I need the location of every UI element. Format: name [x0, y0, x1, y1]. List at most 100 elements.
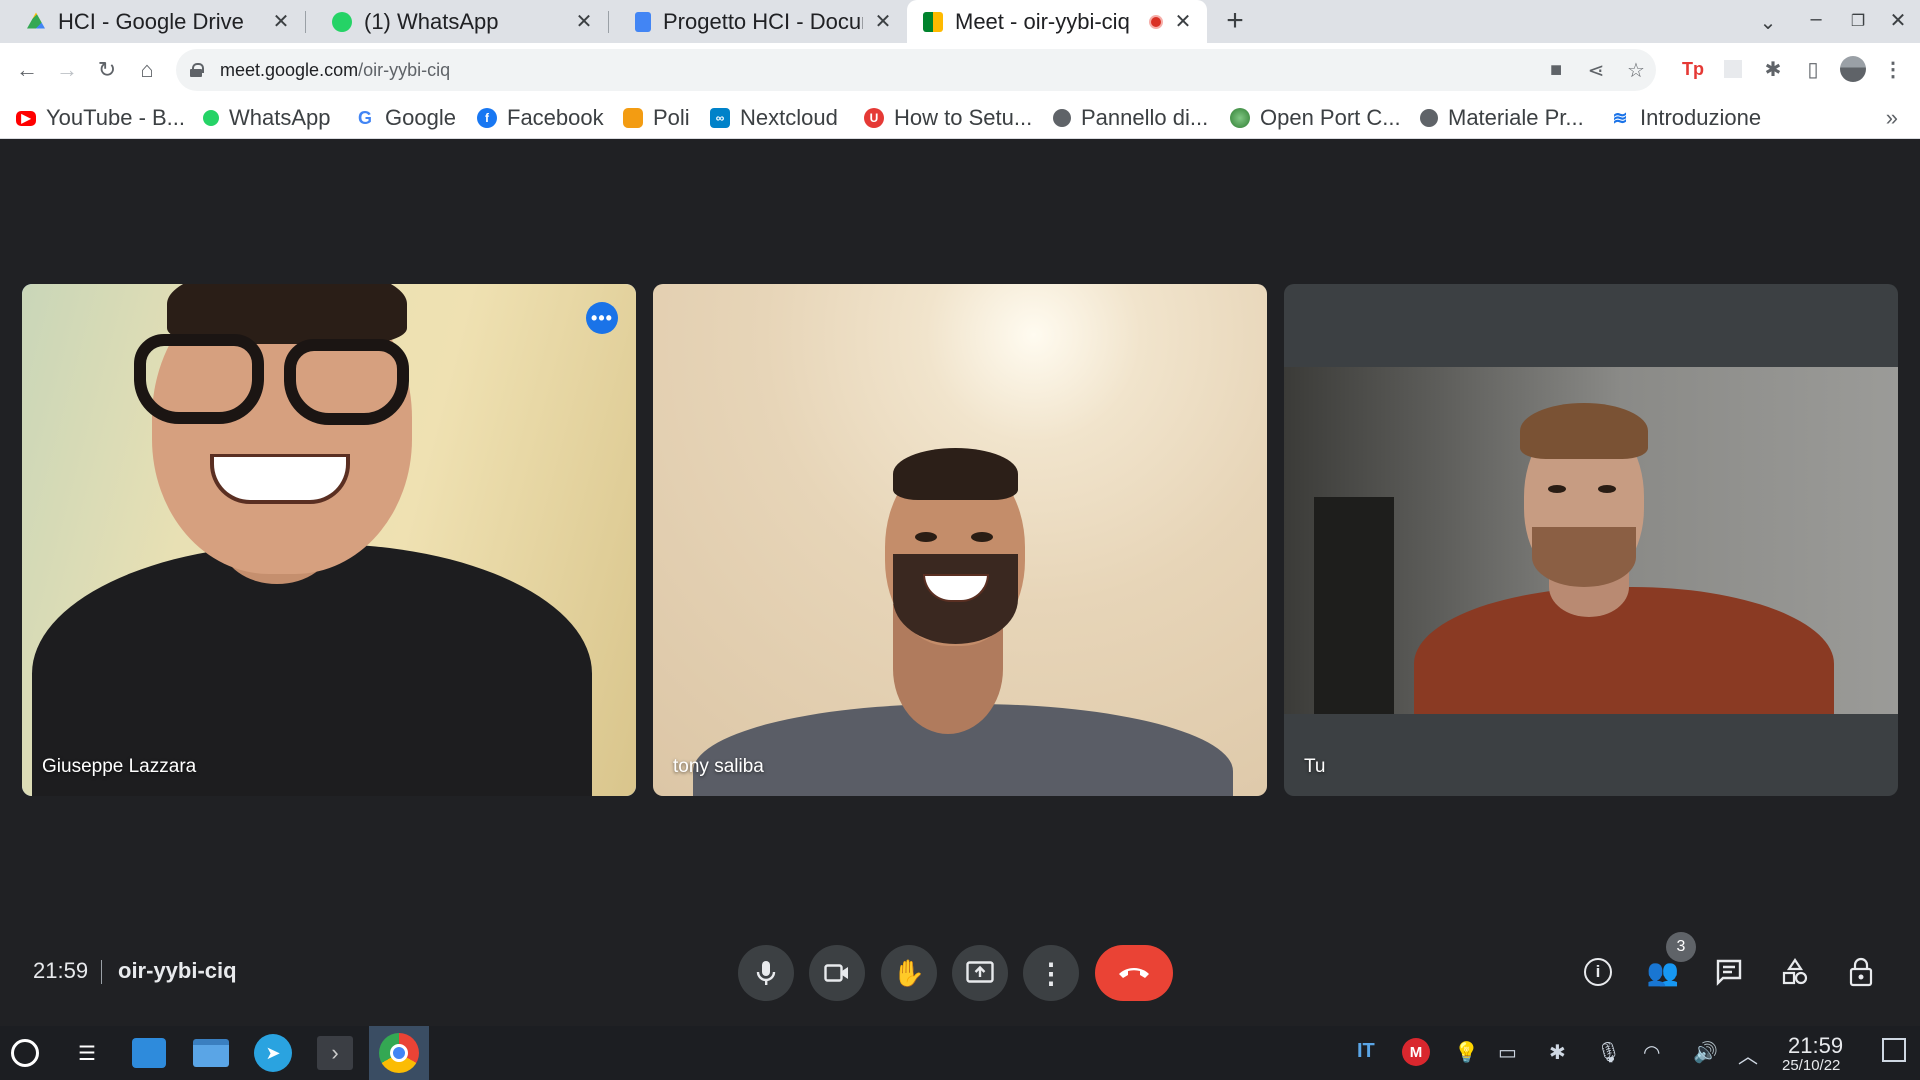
close-window-icon[interactable]: ✕: [1885, 8, 1911, 33]
close-tab-icon[interactable]: ✕: [574, 9, 594, 34]
meeting-code: oir-yybi-ciq: [118, 958, 237, 983]
google-drive-icon: [27, 12, 45, 29]
side-panel-icon[interactable]: ▯: [1799, 55, 1827, 83]
participant-tile[interactable]: Giuseppe Lazzara •••: [22, 284, 636, 796]
telegram-icon[interactable]: ➤: [254, 1034, 292, 1072]
lightbulb-icon[interactable]: 💡: [1454, 1040, 1479, 1065]
bookmark-how-to-setup[interactable]: U How to Setu...: [864, 103, 1032, 133]
minimize-icon[interactable]: –: [1803, 8, 1829, 31]
share-icon[interactable]: ⋖: [1582, 56, 1610, 84]
bookmark-whatsapp[interactable]: WhatsApp: [203, 103, 331, 133]
bookmark-nextcloud[interactable]: ∞ Nextcloud: [710, 103, 838, 133]
more-options-button[interactable]: ⋮: [1023, 945, 1079, 1001]
tab-progetto-hci[interactable]: Progetto HCI - Docum ✕: [609, 0, 907, 43]
chat-icon: [1716, 959, 1742, 986]
bookmark-poli[interactable]: Poli: [623, 103, 690, 133]
person-smile: [210, 454, 350, 504]
bookmarks-bar: ▶ YouTube - B... WhatsApp G Google f Fac…: [0, 97, 1920, 139]
camera-icon: [824, 964, 848, 982]
more-options-icon[interactable]: •••: [586, 302, 618, 334]
bookmark-introduzione[interactable]: ≋ Introduzione: [1610, 103, 1761, 133]
google-docs-icon: [635, 11, 651, 32]
restore-icon[interactable]: ❐: [1845, 11, 1871, 31]
host-controls-button[interactable]: [1841, 952, 1881, 992]
app-launcher-icon[interactable]: [6, 1034, 44, 1072]
bookmark-materiale[interactable]: Materiale Pr...: [1420, 103, 1584, 133]
nextcloud-icon: ∞: [710, 108, 730, 128]
extension-tp-icon[interactable]: Tp: [1679, 55, 1707, 83]
person-eye: [915, 532, 937, 542]
new-tab-icon[interactable]: +: [1220, 4, 1250, 38]
home-icon[interactable]: ⌂: [130, 53, 164, 87]
camera-button[interactable]: [809, 945, 865, 1001]
terminal-icon[interactable]: ›: [316, 1034, 354, 1072]
bookmark-pannello[interactable]: Pannello di...: [1053, 103, 1208, 133]
chrome-menu-icon[interactable]: ⋮: [1879, 55, 1907, 83]
profile-avatar[interactable]: [1839, 55, 1867, 83]
participant-tile[interactable]: tony saliba: [653, 284, 1267, 796]
people-icon: 👥: [1646, 956, 1680, 987]
video-feed: [1284, 367, 1898, 714]
youtube-icon: ▶: [16, 110, 36, 126]
file-manager-icon[interactable]: [192, 1034, 230, 1072]
raise-hand-button[interactable]: ✋: [881, 945, 937, 1001]
present-screen-button[interactable]: [952, 945, 1008, 1001]
more-bookmarks-icon[interactable]: »: [1886, 105, 1898, 131]
tab-meet[interactable]: Meet - oir-yybi-ciq ✕: [907, 0, 1207, 43]
tab-title: Meet - oir-yybi-ciq: [955, 8, 1130, 34]
tab-search-icon[interactable]: ⌄: [1755, 10, 1781, 35]
close-tab-icon[interactable]: ✕: [271, 9, 291, 34]
wifi-icon[interactable]: ◠: [1643, 1040, 1660, 1065]
raise-hand-icon: ✋: [892, 957, 926, 988]
bookmark-open-port[interactable]: Open Port C...: [1230, 103, 1401, 133]
software-store-icon[interactable]: [130, 1034, 168, 1072]
clock-time[interactable]: 21:59: [1788, 1033, 1843, 1059]
chrome-taskbar-icon[interactable]: [369, 1026, 429, 1080]
bookmark-label: Nextcloud: [740, 105, 838, 130]
os-taskbar: ☰ ➤ › IT M 💡 ▭ ✱ 🎙 ◠ 🔊 ︿: [0, 1026, 1920, 1080]
settings-sliders-icon[interactable]: ☰: [68, 1034, 106, 1072]
clock-date[interactable]: 25/10/22: [1782, 1057, 1840, 1074]
show-desktop-icon[interactable]: [1882, 1038, 1906, 1062]
bluetooth-icon[interactable]: ✱: [1549, 1040, 1566, 1065]
keyboard-language[interactable]: IT: [1357, 1040, 1375, 1063]
meeting-info-button[interactable]: i: [1578, 952, 1618, 992]
bookmark-label: YouTube - B...: [46, 105, 186, 130]
activities-button[interactable]: [1775, 952, 1815, 992]
close-tab-icon[interactable]: ✕: [1173, 9, 1193, 34]
camera-permission-icon[interactable]: ■: [1542, 56, 1570, 84]
person-hair: [1520, 403, 1648, 459]
battery-icon[interactable]: ▭: [1498, 1040, 1517, 1065]
extension-blank-icon[interactable]: [1719, 55, 1747, 83]
microphone-icon: [756, 961, 776, 985]
people-count-badge: 3: [1666, 932, 1696, 962]
address-bar[interactable]: meet.google.com/oir-yybi-ciq ■ ⋖ ☆: [176, 49, 1656, 91]
google-meet-icon: [923, 11, 943, 32]
microphone-tray-icon[interactable]: 🎙: [1596, 1040, 1621, 1065]
back-icon[interactable]: ←: [10, 53, 44, 87]
close-tab-icon[interactable]: ✕: [873, 9, 893, 34]
forward-icon[interactable]: →: [50, 53, 84, 87]
microphone-button[interactable]: [738, 945, 794, 1001]
bookmark-youtube[interactable]: ▶ YouTube - B...: [16, 103, 185, 133]
bookmark-star-icon[interactable]: ☆: [1622, 56, 1650, 84]
bookmark-google[interactable]: G Google: [355, 103, 456, 133]
end-call-button[interactable]: [1095, 945, 1173, 1001]
participant-tile[interactable]: Tu: [1284, 284, 1898, 796]
globe-icon: [1230, 108, 1250, 128]
extensions-puzzle-icon[interactable]: ✱: [1759, 55, 1787, 83]
whatsapp-icon: [203, 110, 219, 126]
tab-title: HCI - Google Drive: [58, 8, 244, 34]
tab-whatsapp[interactable]: (1) WhatsApp ✕: [306, 0, 608, 43]
chat-button[interactable]: [1709, 952, 1749, 992]
chevron-up-icon[interactable]: ︿: [1738, 1040, 1758, 1069]
tab-google-drive[interactable]: HCI - Google Drive ✕: [0, 0, 305, 43]
globe-icon: [1420, 109, 1438, 127]
activities-icon: [1782, 958, 1808, 985]
volume-icon[interactable]: 🔊: [1693, 1040, 1718, 1065]
bookmark-facebook[interactable]: f Facebook: [477, 103, 604, 133]
reload-icon[interactable]: ↻: [90, 53, 124, 87]
host-controls-icon: [1849, 957, 1873, 987]
bookmark-label: Google: [385, 105, 456, 130]
mega-icon[interactable]: M: [1402, 1038, 1430, 1066]
